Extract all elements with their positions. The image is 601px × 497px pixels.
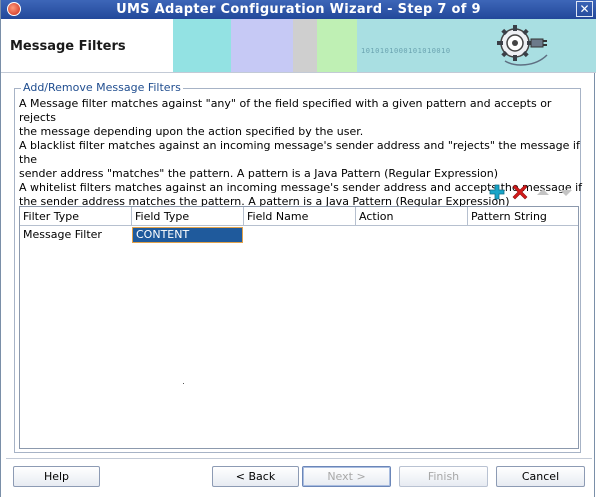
arrow-up-icon: [537, 189, 549, 195]
column-header-pattern-string[interactable]: Pattern String: [468, 207, 578, 226]
cell-field-type[interactable]: CONTENT: [132, 227, 243, 243]
banner-stripe: [231, 19, 293, 72]
move-up-button[interactable]: [535, 184, 551, 200]
arrow-down-icon: [560, 190, 572, 196]
column-header-field-name[interactable]: Field Name: [244, 207, 356, 226]
cancel-button[interactable]: Cancel: [496, 466, 585, 487]
banner-binary-text: 1010101000101010010: [361, 47, 451, 55]
header-banner: 1010101000101010010 Message Filters: [1, 19, 596, 72]
column-header-action[interactable]: Action: [356, 207, 468, 226]
table-header: Filter Type Field Type Field Name Action…: [20, 207, 578, 226]
close-icon: ✕: [579, 2, 590, 16]
description-line: sender address "matches" the pattern. A …: [19, 167, 499, 180]
banner-divider: [1, 72, 596, 73]
banner-stripe: [357, 19, 596, 72]
remove-filter-button[interactable]: [512, 184, 528, 200]
close-button[interactable]: ✕: [576, 1, 593, 17]
cell-action[interactable]: [356, 227, 468, 243]
group-legend: Add/Remove Message Filters: [21, 81, 183, 94]
window-title: UMS Adapter Configuration Wizard - Step …: [116, 2, 481, 17]
next-button[interactable]: Next >: [302, 466, 391, 487]
wizard-window: UMS Adapter Configuration Wizard - Step …: [0, 0, 596, 497]
description-line: A blacklist filter matches against an in…: [19, 139, 580, 166]
description-line: the message depending upon the action sp…: [19, 125, 364, 138]
filters-table[interactable]: Filter Type Field Type Field Name Action…: [19, 206, 579, 449]
stray-pixel: [183, 383, 184, 384]
footer-divider: [6, 458, 592, 459]
column-header-filter-type[interactable]: Filter Type: [20, 207, 132, 226]
cell-pattern-string[interactable]: [468, 227, 578, 243]
cell-field-name[interactable]: [244, 227, 356, 243]
cell-filter-type[interactable]: Message Filter: [20, 227, 132, 243]
plus-icon: [489, 184, 505, 200]
banner-stripe: [293, 19, 317, 72]
move-down-button[interactable]: [558, 184, 574, 200]
gear-plug-icon: [497, 25, 548, 66]
finish-button[interactable]: Finish: [399, 466, 488, 487]
banner-stripe: [173, 19, 231, 72]
delete-icon: [512, 184, 528, 200]
help-button[interactable]: Help: [13, 466, 100, 487]
table-row[interactable]: Message Filter CONTENT: [20, 227, 578, 243]
page-title: Message Filters: [10, 39, 126, 54]
add-filter-button[interactable]: [489, 184, 505, 200]
banner-stripe: [317, 19, 357, 72]
title-bar[interactable]: UMS Adapter Configuration Wizard - Step …: [1, 0, 596, 19]
back-button[interactable]: < Back: [212, 466, 299, 487]
column-header-field-type[interactable]: Field Type: [132, 207, 244, 226]
description-line: A Message filter matches against "any" o…: [19, 97, 552, 124]
